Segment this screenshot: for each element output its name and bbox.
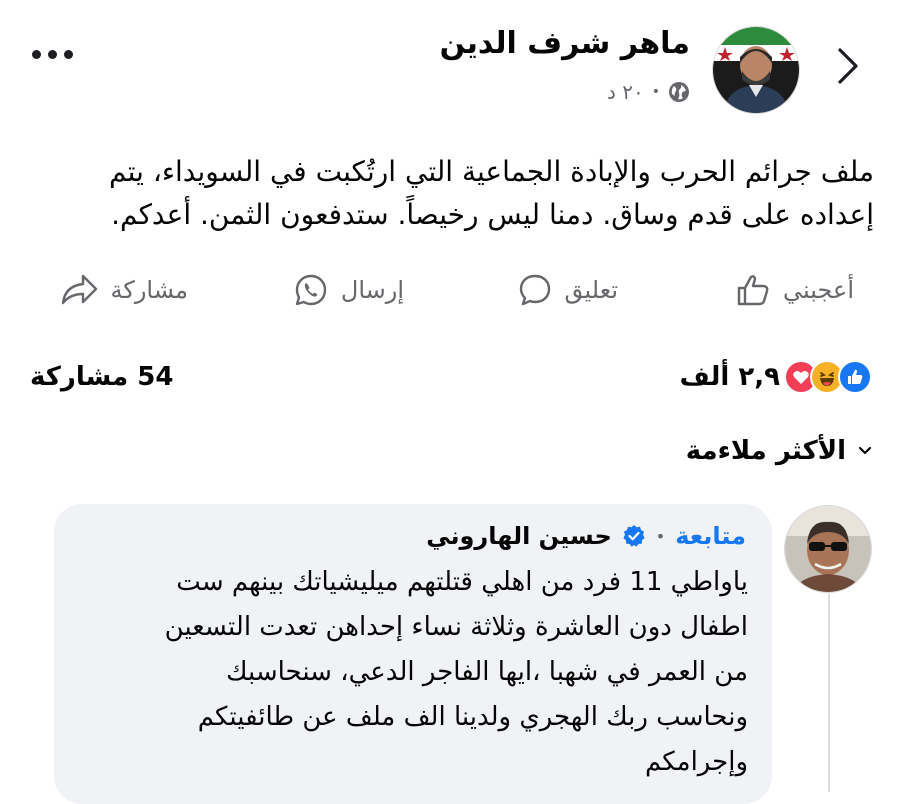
follow-separator: •	[655, 526, 666, 546]
reactions-summary[interactable]: ٢,٩ ألف	[680, 360, 872, 394]
post-body: ملف جرائم الحرب والإبادة الجماعية التي ا…	[24, 150, 874, 236]
more-dot-icon	[32, 50, 41, 59]
comment-label: تعليق	[564, 276, 618, 304]
post-text-line: ملف جرائم الحرب والإبادة الجماعية التي ا…	[109, 155, 874, 188]
meta-separator: •	[651, 84, 660, 100]
more-dot-icon	[64, 50, 73, 59]
more-dot-icon	[48, 50, 57, 59]
comment-text-line: ونحاسب ربك الهجري ولدينا الف ملف عن طائف…	[197, 702, 748, 732]
comment-text-line: اطفال دون العاشرة وثلاثة نساء إحداهن تعد…	[164, 612, 748, 642]
author-avatar[interactable]	[712, 26, 800, 114]
chevron-down-icon	[858, 446, 872, 455]
like-button[interactable]: أعجبني	[735, 272, 854, 308]
send-button[interactable]: إرسال	[293, 272, 404, 308]
comment-sort-dropdown[interactable]: الأكثر ملاءمة	[686, 436, 872, 466]
commenter-name[interactable]: حسين الهاروني	[426, 522, 612, 550]
post-actions-bar: أعجبني تعليق إرسال مشاركة	[0, 262, 900, 326]
more-options-button[interactable]	[32, 50, 73, 59]
globe-icon	[669, 82, 689, 102]
thumbs-up-icon	[737, 275, 769, 306]
like-label: أعجبني	[783, 276, 854, 304]
whatsapp-icon	[295, 274, 327, 306]
back-button[interactable]	[826, 44, 870, 88]
share-button[interactable]: مشاركة	[59, 272, 188, 308]
comment-thread-line	[828, 592, 830, 792]
like-reaction-icon	[838, 360, 872, 394]
verified-badge-icon	[623, 525, 645, 547]
share-arrow-icon	[61, 274, 97, 305]
comment-body: ياواطي 11 فرد من اهلي قتلتهم ميليشياتك ب…	[78, 560, 748, 785]
post-author-name[interactable]: ماهر شرف الدين	[440, 26, 690, 61]
comment-button[interactable]: تعليق	[517, 272, 618, 308]
comment-text-line: ياواطي 11 فرد من اهلي قتلتهم ميليشياتك ب…	[176, 567, 748, 597]
comment-header: حسين الهاروني • متابعة	[426, 522, 746, 550]
shares-count[interactable]: 54 مشاركة	[30, 362, 173, 392]
comment-icon	[519, 274, 550, 306]
send-label: إرسال	[340, 276, 404, 304]
post-meta: ٢٠ د •	[607, 80, 690, 104]
reaction-count: ٢,٩ ألف	[679, 362, 780, 392]
post-time: ٢٠ د	[606, 80, 644, 104]
commenter-avatar[interactable]	[784, 505, 872, 593]
post-text-line: إعداده على قدم وساق. دمنا ليس رخيصاً. ست…	[111, 198, 874, 231]
sort-label: الأكثر ملاءمة	[685, 436, 846, 466]
follow-button[interactable]: متابعة	[675, 522, 746, 550]
comment-text-line: وإجرامكم	[644, 747, 748, 777]
comment-text-line: من العمر في شهبا ،ايها الفاجر الدعي، سنح…	[226, 657, 748, 687]
chevron-right-icon	[838, 48, 858, 84]
share-label: مشاركة	[110, 276, 188, 304]
